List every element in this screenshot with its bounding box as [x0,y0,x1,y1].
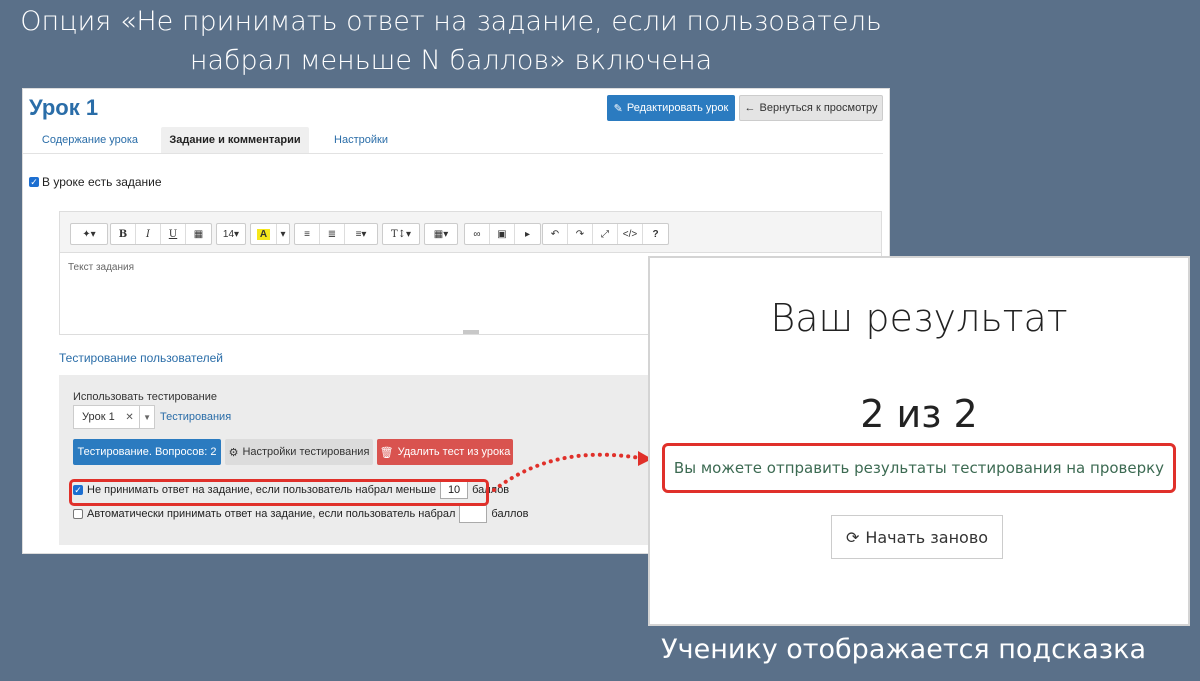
use-testing-label: Использовать тестирование [73,391,217,403]
fullscreen-icon[interactable]: ⤢ [593,224,618,244]
delete-test-button[interactable]: 🗑 Удалить тест из урока [377,439,513,465]
headline-line-1: Опция «Не принимать ответ на задание, ес… [20,6,882,37]
has-task-checkbox-row[interactable]: ✓ В уроке есть задание [29,175,162,189]
link-icon[interactable]: ∞ [465,224,490,244]
toolbar-group-table: ▦▾ [424,223,458,245]
toolbar-group-fontsize: 14 ▾ [216,223,246,245]
has-task-label: В уроке есть задание [42,175,162,189]
headline: Опция «Не принимать ответ на задание, ес… [0,2,902,80]
font-size-value: 14 [222,228,235,240]
align-icon[interactable]: ≡▾ [345,224,377,244]
edit-icon: ✎ [613,102,623,115]
gear-icon: ⚙ [228,446,239,459]
auto-accept-suffix: баллов [491,508,529,520]
has-task-checkbox[interactable]: ✓ [29,177,39,187]
edit-lesson-button[interactable]: ✎ Редактировать урок [607,95,735,121]
bullet-list-icon[interactable]: ≡ [295,224,320,244]
table-icon[interactable]: ▦▾ [425,224,457,244]
editor-toolbar: ✦▾ B I U ▦ 14 ▾ A ▾ ≡ ≣ ≡▾ T↕▾ ▦▾ ∞ ▣ ▸ … [60,212,881,253]
back-to-view-button[interactable]: ← Вернуться к просмотру [739,95,883,121]
italic-icon[interactable]: I [136,224,161,244]
testing-settings-button[interactable]: ⚙ Настройки тестирования [225,439,373,465]
video-icon[interactable]: ▸ [515,224,540,244]
line-height-icon[interactable]: T↕▾ [383,224,419,244]
toolbar-group-style: ✦▾ [70,223,108,245]
tab-task-comments[interactable]: Задание и комментарии [161,127,309,153]
hint-highlight-frame: Вы можете отправить результаты тестирова… [662,443,1176,493]
trash-icon: 🗑 [379,446,394,459]
redo-icon[interactable]: ↷ [568,224,593,244]
result-panel: Ваш результат 2 из 2 Вы можете отправить… [648,256,1190,626]
toolbar-group-format: B I U ▦ [110,223,212,245]
eraser-icon[interactable]: ▦ [186,224,211,244]
option-highlight-frame [69,479,489,506]
toolbar-group-paragraph: ≡ ≣ ≡▾ [294,223,378,245]
submit-hint: Вы можете отправить результаты тестирова… [673,459,1165,477]
auto-accept-label: Автоматически принимать ответ на задание… [87,508,456,520]
edit-lesson-label: Редактировать урок [626,102,729,114]
lesson-title: Урок 1 [29,95,99,120]
selected-test: Урок 1 [82,411,115,423]
task-text-placeholder: Текст задания [68,262,135,273]
restart-label: Начать заново [865,527,989,547]
chevron-down-icon[interactable]: ▼ [139,406,154,428]
testing-settings-label: Настройки тестирования [242,446,370,458]
toolbar-group-misc: ↶ ↷ ⤢ </> ? [542,223,669,245]
arrow-left-icon: ← [744,102,756,114]
footer-caption: Ученику отображается подсказка [661,634,1146,665]
result-score: 2 из 2 [860,392,978,436]
test-select[interactable]: Урок 1 ✕ ▼ [73,405,155,429]
testing-questions-button[interactable]: Тестирование. Вопросов: 2 [73,439,221,465]
tests-link[interactable]: Тестирования [160,411,231,423]
tab-settings[interactable]: Настройки [323,127,399,153]
bold-icon[interactable]: B [111,224,136,244]
auto-accept-checkbox[interactable] [73,509,83,519]
numbered-list-icon[interactable]: ≣ [320,224,345,244]
testing-section-title: Тестирование пользователей [59,351,223,365]
tab-lesson-content[interactable]: Содержание урока [31,127,149,153]
delete-test-label: Удалить тест из урока [397,446,511,458]
highlight-color-icon[interactable]: A [251,224,277,244]
auto-accept-option: Автоматически принимать ответ на задание… [73,505,529,523]
lesson-tabs: Содержание урока Задание и комментарии Н… [23,127,883,154]
color-dropdown-icon[interactable]: ▾ [277,224,289,244]
testing-questions-label: Тестирование. Вопросов: 2 [77,446,217,458]
refresh-icon: ⟳ [845,527,860,547]
resize-grip[interactable] [463,330,479,334]
magic-wand-icon[interactable]: ✦▾ [71,224,107,244]
underline-icon[interactable]: U [161,224,186,244]
undo-icon[interactable]: ↶ [543,224,568,244]
result-title: Ваш результат [770,296,1068,340]
toolbar-group-insert: ∞ ▣ ▸ [464,223,541,245]
toolbar-group-color: A ▾ [250,223,290,245]
toolbar-group-lineheight: T↕▾ [382,223,420,245]
clear-icon[interactable]: ✕ [125,412,139,423]
help-icon[interactable]: ? [643,224,668,244]
code-view-icon[interactable]: </> [618,224,643,244]
restart-button[interactable]: ⟳ Начать заново [831,515,1003,559]
auto-accept-points-input[interactable] [459,505,488,523]
image-icon[interactable]: ▣ [490,224,515,244]
headline-line-2: набрал меньше N баллов» включена [189,45,713,76]
back-to-view-label: Вернуться к просмотру [759,102,878,114]
font-size-dropdown[interactable]: 14 ▾ [217,224,245,244]
